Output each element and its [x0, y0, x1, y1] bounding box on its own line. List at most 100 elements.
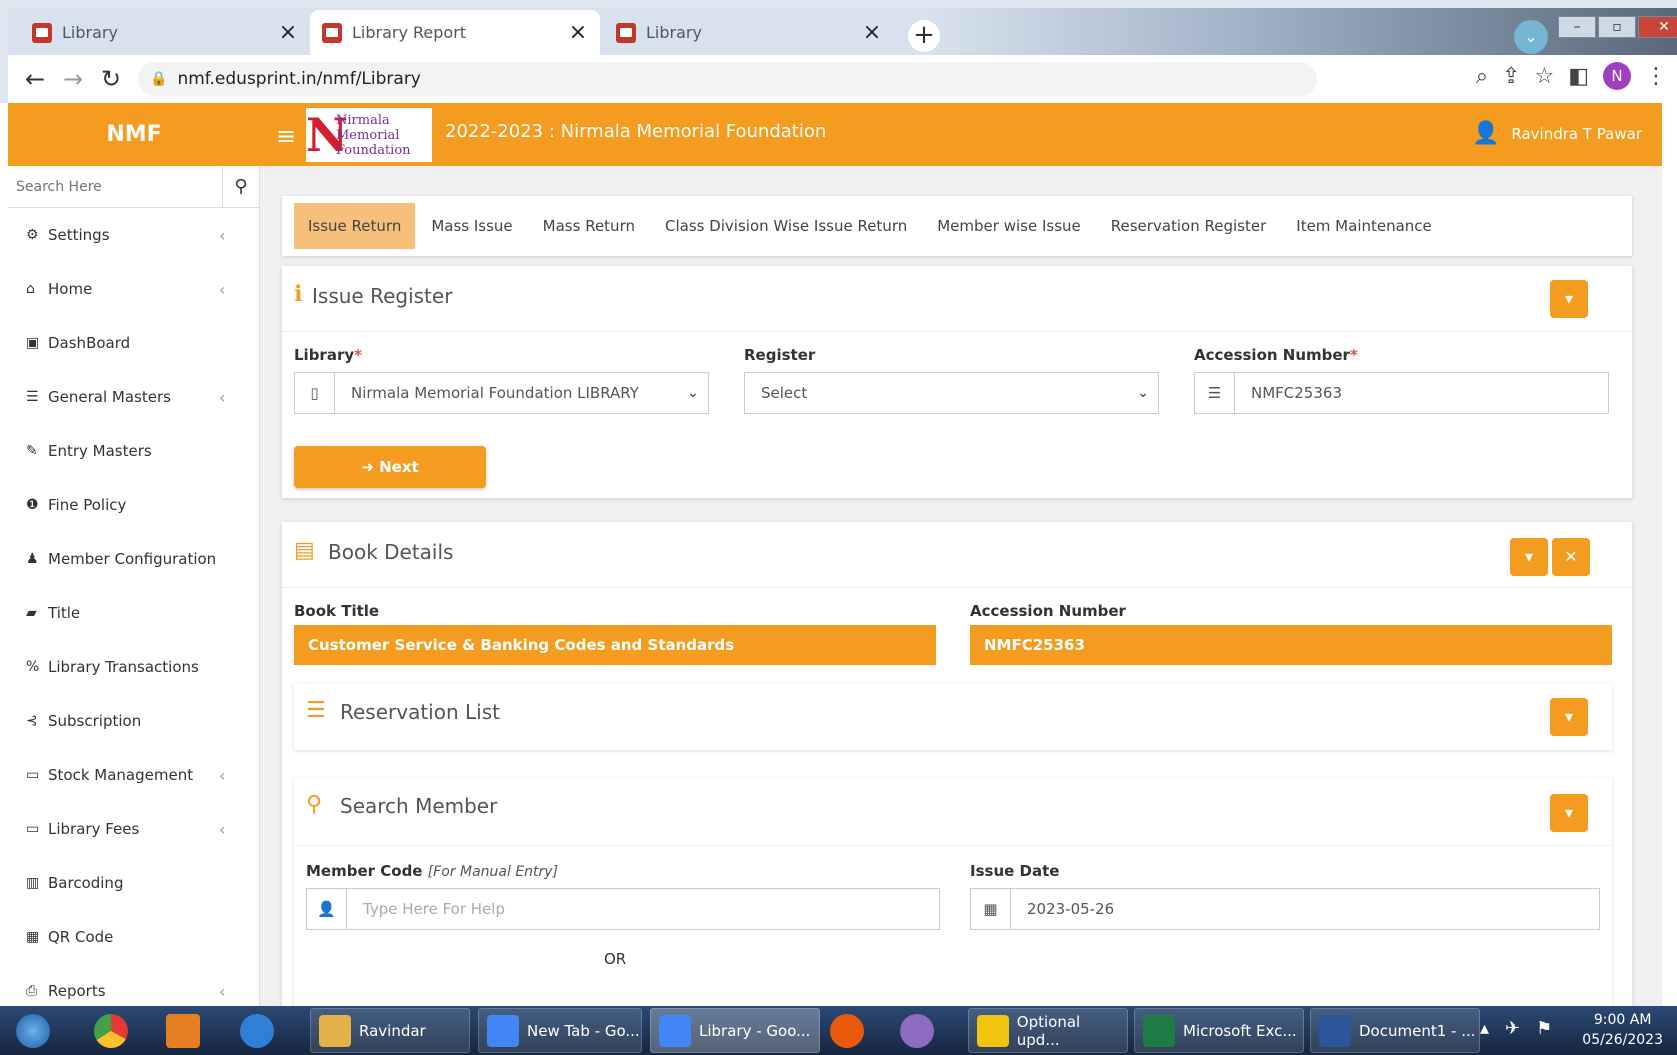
collapse-button[interactable]: ▾: [1510, 538, 1548, 576]
sidebar-search-input[interactable]: [8, 166, 223, 207]
sidebar-item-barcoding[interactable]: ▥ Barcoding: [8, 856, 259, 910]
action-center-flag-icon[interactable]: ⚑: [1536, 1018, 1552, 1039]
close-tab-icon[interactable]: ×: [568, 20, 588, 45]
sidebar-item-qr-code[interactable]: ▦ QR Code: [8, 910, 259, 964]
taskbar-item[interactable]: Library - Goo...: [650, 1008, 820, 1053]
paint-icon[interactable]: [900, 1013, 934, 1048]
forward-arrow-icon[interactable]: →: [54, 65, 92, 93]
tab-search-button[interactable]: ⌄: [1514, 20, 1548, 54]
info-icon: ℹ: [294, 282, 303, 307]
share-icon[interactable]: ⇪: [1502, 64, 1520, 89]
lock-icon: 🔒: [150, 71, 168, 87]
qrcode-icon: ▦: [26, 929, 40, 945]
close-tab-icon[interactable]: ×: [278, 20, 298, 45]
tab-mass-issue[interactable]: Mass Issue: [417, 203, 526, 249]
browser-tab-3[interactable]: Library ×: [604, 10, 894, 55]
address-bar[interactable]: 🔒 nmf.edusprint.in/nmf/Library: [138, 62, 1317, 96]
module-tabs: Issue Return Mass Issue Mass Return Class D…: [282, 196, 1632, 256]
taskbar-item[interactable]: New Tab - Go...: [478, 1008, 642, 1053]
zoom-icon[interactable]: ⌕: [1476, 64, 1488, 89]
sidebar-item-title[interactable]: ▰ Title: [8, 586, 259, 640]
network-icon[interactable]: ✈: [1505, 1018, 1520, 1039]
collapse-button[interactable]: ▾: [1550, 280, 1588, 318]
calendar-icon: ▦: [971, 889, 1011, 929]
sidebar: ⚲ ⚙ Settings ‹ ⌂ Home ‹ ▣ DashBoard ☰ General Mas…: [8, 166, 260, 1006]
accession-number-input[interactable]: ☰ NMFC25363: [1194, 372, 1609, 414]
sidebar-item-label: Library Transactions: [48, 658, 199, 676]
bookmark-star-icon[interactable]: ☆: [1534, 64, 1554, 89]
taskbar-item[interactable]: Optional upd...: [968, 1008, 1128, 1053]
sidebar-item-settings[interactable]: ⚙ Settings ‹: [8, 208, 259, 262]
start-button-icon[interactable]: [16, 1013, 50, 1048]
sidebar-item-stock-management[interactable]: ▭ Stock Management ‹: [8, 748, 259, 802]
taskbar-item-label: Document1 - ...: [1359, 1021, 1476, 1040]
sidebar-item-label: Entry Masters: [48, 442, 152, 460]
book-accession-label: Accession Number: [970, 602, 1126, 620]
tab-item-maintenance[interactable]: Item Maintenance: [1282, 203, 1446, 249]
issue-date-input[interactable]: ▦ 2023-05-26: [970, 888, 1600, 930]
sidebar-item-library-fees[interactable]: ▭ Library Fees ‹: [8, 802, 259, 856]
sidebar-item-general-masters[interactable]: ☰ General Masters ‹: [8, 370, 259, 424]
system-tray: ▴ ✈ ⚑: [1480, 1018, 1552, 1039]
maximize-button[interactable]: ▫: [1598, 16, 1636, 38]
user-menu[interactable]: 👤 Ravindra T Pawar: [1472, 121, 1642, 146]
minimize-button[interactable]: –: [1558, 16, 1596, 38]
next-button[interactable]: ➜ Next: [294, 446, 486, 488]
taskbar-item[interactable]: Ravindar: [310, 1008, 470, 1053]
taskbar-item-label: Optional upd...: [1016, 1012, 1081, 1049]
tab-issue-return[interactable]: Issue Return: [294, 203, 416, 249]
clock[interactable]: 9:00 AM 05/26/2023: [1582, 1010, 1663, 1050]
brand-name[interactable]: NMF: [8, 103, 260, 166]
list-icon: ☰: [306, 698, 326, 723]
collapse-button[interactable]: ▾: [1550, 794, 1588, 832]
rss-icon: ⊰: [26, 713, 38, 729]
profile-avatar[interactable]: N: [1603, 62, 1631, 90]
back-arrow-icon[interactable]: ←: [16, 65, 54, 93]
menu-kebab-icon[interactable]: ⋮: [1645, 64, 1667, 89]
tab-title: Library Report: [352, 23, 467, 42]
taskbar-item[interactable]: Document1 - ...: [1310, 1008, 1480, 1053]
register-select[interactable]: Select ⌄: [744, 372, 1159, 414]
close-icon[interactable]: ✕: [1552, 538, 1590, 576]
close-tab-icon[interactable]: ×: [862, 20, 882, 45]
tab-title: Library: [62, 23, 118, 42]
reservation-list-card: ☰ Reservation List ▾: [294, 684, 1612, 750]
sidebar-item-home[interactable]: ⌂ Home ‹: [8, 262, 259, 316]
sidebar-item-label: Reports: [48, 982, 106, 1000]
sidebar-item-fine-policy[interactable]: ❶ Fine Policy: [8, 478, 259, 532]
register-label: Register: [744, 346, 816, 364]
tab-member-wise-issue[interactable]: Member wise Issue: [923, 203, 1095, 249]
tab-reservation-register[interactable]: Reservation Register: [1097, 203, 1281, 249]
sidebar-item-subscription[interactable]: ⊰ Subscription: [8, 694, 259, 748]
tab-mass-return[interactable]: Mass Return: [529, 203, 649, 249]
new-tab-button[interactable]: +: [908, 20, 940, 52]
chrome-icon[interactable]: [94, 1013, 128, 1048]
user-name: Ravindra T Pawar: [1511, 124, 1642, 143]
sidebar-item-label: Barcoding: [48, 874, 124, 892]
search-icon[interactable]: ⚲: [223, 166, 259, 207]
library-select[interactable]: ▯ Nirmala Memorial Foundation LIBRARY ⌄: [294, 372, 709, 414]
sidebar-item-library-transactions[interactable]: % Library Transactions: [8, 640, 259, 694]
tab-class-division-wise-issue-return[interactable]: Class Division Wise Issue Return: [651, 203, 921, 249]
tray-expand-icon[interactable]: ▴: [1480, 1018, 1489, 1039]
browser-tab-2[interactable]: Library Report ×: [310, 10, 600, 55]
collapse-button[interactable]: ▾: [1550, 698, 1588, 736]
taskbar-item[interactable]: Microsoft Exc...: [1134, 1008, 1304, 1053]
hamburger-menu-icon[interactable]: ≡: [276, 122, 296, 150]
firefox-icon[interactable]: [830, 1013, 864, 1048]
book-title-value: Customer Service & Banking Codes and Sta…: [294, 625, 936, 665]
sidebar-item-label: General Masters: [48, 388, 171, 406]
reload-icon[interactable]: ↻: [92, 65, 130, 93]
sidebar-item-dashboard[interactable]: ▣ DashBoard: [8, 316, 259, 370]
inbox-icon: ▭: [26, 767, 40, 783]
side-panel-icon[interactable]: ◧: [1568, 64, 1589, 89]
app-header: NMF ≡ N Nirmala Memorial Foundation 2022…: [8, 103, 1662, 166]
close-window-button[interactable]: ✕: [1638, 16, 1677, 38]
browser-tab-1[interactable]: Library ×: [20, 10, 310, 55]
sidebar-item-entry-masters[interactable]: ✎ Entry Masters: [8, 424, 259, 478]
internet-explorer-icon[interactable]: [240, 1013, 274, 1048]
accession-number-label: Accession Number*: [1194, 346, 1358, 364]
sidebar-item-member-configuration[interactable]: ♟ Member Configuration: [8, 532, 259, 586]
member-code-input[interactable]: 👤 Type Here For Help: [306, 888, 940, 930]
media-player-icon[interactable]: [166, 1013, 200, 1048]
